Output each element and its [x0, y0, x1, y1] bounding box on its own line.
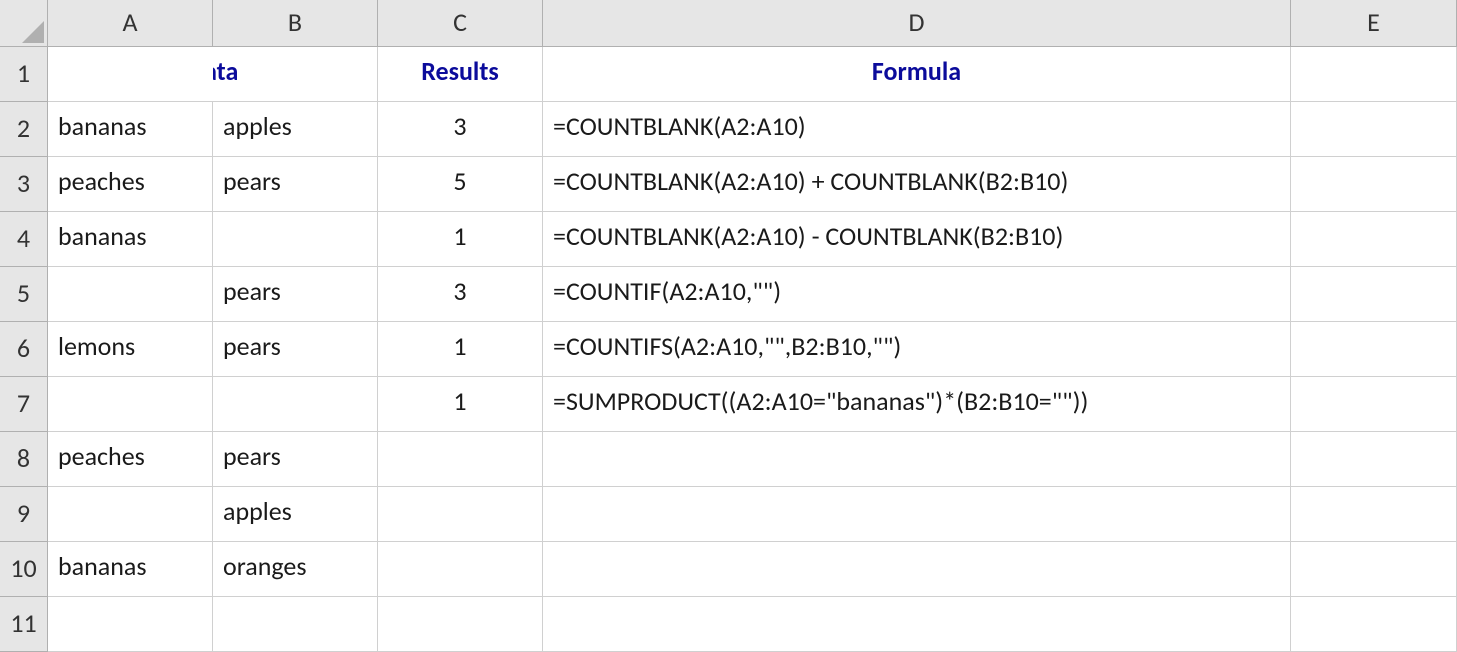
cell-D4[interactable]: =COUNTBLANK(A2:A10) - COUNTBLANK(B2:B10) — [543, 212, 1291, 267]
cell-A3[interactable]: peaches — [48, 157, 213, 212]
cell-E8[interactable] — [1291, 432, 1457, 487]
cell-E11[interactable] — [1291, 597, 1457, 652]
cell-B8[interactable]: pears — [213, 432, 378, 487]
col-header-B[interactable]: B — [213, 0, 378, 47]
cell-E5[interactable] — [1291, 267, 1457, 322]
cell-A5[interactable] — [48, 267, 213, 322]
row-header-9[interactable]: 9 — [0, 487, 48, 542]
row-header-2[interactable]: 2 — [0, 102, 48, 157]
cell-C11[interactable] — [378, 597, 543, 652]
cell-D8[interactable] — [543, 432, 1291, 487]
cell-B7[interactable] — [213, 377, 378, 432]
row-header-5[interactable]: 5 — [0, 267, 48, 322]
cell-E3[interactable] — [1291, 157, 1457, 212]
select-all-corner[interactable] — [0, 0, 48, 47]
cell-D2[interactable]: =COUNTBLANK(A2:A10) — [543, 102, 1291, 157]
cell-A9[interactable] — [48, 487, 213, 542]
cell-B4[interactable] — [213, 212, 378, 267]
cell-A11[interactable] — [48, 597, 213, 652]
cell-D10[interactable] — [543, 542, 1291, 597]
cell-A8[interactable]: peaches — [48, 432, 213, 487]
cell-C6[interactable]: 1 — [378, 322, 543, 377]
row-header-4[interactable]: 4 — [0, 212, 48, 267]
col-header-A[interactable]: A — [48, 0, 213, 47]
row-header-10[interactable]: 10 — [0, 542, 48, 597]
cell-B3[interactable]: pears — [213, 157, 378, 212]
cell-A6[interactable]: lemons — [48, 322, 213, 377]
cell-B2[interactable]: apples — [213, 102, 378, 157]
cell-E6[interactable] — [1291, 322, 1457, 377]
cell-A10[interactable]: bananas — [48, 542, 213, 597]
col-header-D[interactable]: D — [543, 0, 1291, 47]
cell-E1[interactable] — [1291, 47, 1457, 102]
cell-B5[interactable]: pears — [213, 267, 378, 322]
cell-C3[interactable]: 5 — [378, 157, 543, 212]
cell-D1[interactable]: Formula — [543, 47, 1291, 102]
cell-E7[interactable] — [1291, 377, 1457, 432]
cell-C1[interactable]: Results — [378, 47, 543, 102]
cell-D5[interactable]: =COUNTIF(A2:A10,"") — [543, 267, 1291, 322]
cell-A7[interactable] — [48, 377, 213, 432]
cell-B11[interactable] — [213, 597, 378, 652]
cell-E4[interactable] — [1291, 212, 1457, 267]
col-header-C[interactable]: C — [378, 0, 543, 47]
row-header-7[interactable]: 7 — [0, 377, 48, 432]
cell-A2[interactable]: bananas — [48, 102, 213, 157]
cell-C10[interactable] — [378, 542, 543, 597]
row-header-6[interactable]: 6 — [0, 322, 48, 377]
spreadsheet-grid[interactable]: A B C D E 1 Data Results Formula 2 banan… — [0, 0, 1457, 652]
header-data: Data — [213, 55, 238, 88]
cell-C5[interactable]: 3 — [378, 267, 543, 322]
cell-B9[interactable]: apples — [213, 487, 378, 542]
row-header-3[interactable]: 3 — [0, 157, 48, 212]
cell-C4[interactable]: 1 — [378, 212, 543, 267]
cell-E10[interactable] — [1291, 542, 1457, 597]
cell-D9[interactable] — [543, 487, 1291, 542]
cell-D11[interactable] — [543, 597, 1291, 652]
cell-C7[interactable]: 1 — [378, 377, 543, 432]
cell-B1[interactable]: Data — [213, 47, 378, 102]
cell-B10[interactable]: oranges — [213, 542, 378, 597]
col-header-E[interactable]: E — [1291, 0, 1457, 47]
cell-A4[interactable]: bananas — [48, 212, 213, 267]
cell-A1[interactable] — [48, 47, 213, 102]
cell-C9[interactable] — [378, 487, 543, 542]
cell-C8[interactable] — [378, 432, 543, 487]
cell-C2[interactable]: 3 — [378, 102, 543, 157]
cell-B6[interactable]: pears — [213, 322, 378, 377]
cell-D7[interactable]: =SUMPRODUCT((A2:A10="bananas")*(B2:B10="… — [543, 377, 1291, 432]
cell-E9[interactable] — [1291, 487, 1457, 542]
cell-D6[interactable]: =COUNTIFS(A2:A10,"",B2:B10,"") — [543, 322, 1291, 377]
cell-D3[interactable]: =COUNTBLANK(A2:A10) + COUNTBLANK(B2:B10) — [543, 157, 1291, 212]
row-header-8[interactable]: 8 — [0, 432, 48, 487]
cell-E2[interactable] — [1291, 102, 1457, 157]
row-header-1[interactable]: 1 — [0, 47, 48, 102]
row-header-11[interactable]: 11 — [0, 597, 48, 652]
